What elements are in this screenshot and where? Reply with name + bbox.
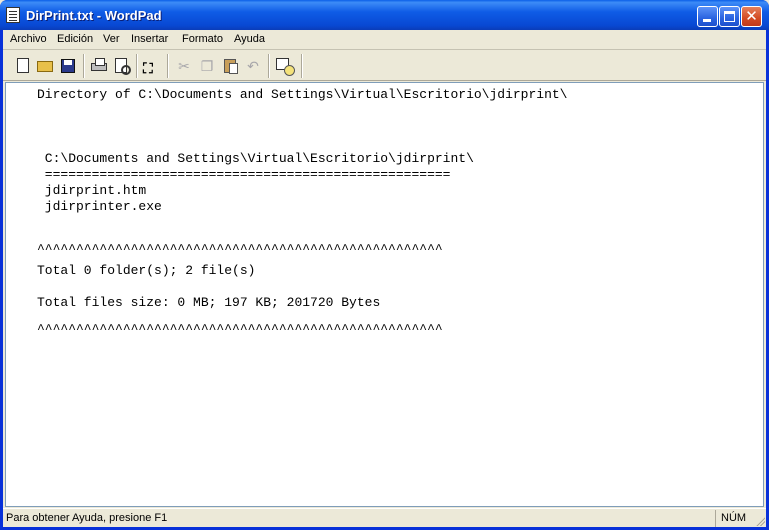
save-icon <box>61 59 75 73</box>
open-button[interactable] <box>36 57 54 75</box>
minimize-icon <box>703 19 711 22</box>
open-icon <box>37 61 53 72</box>
num-lock-panel: NÚM <box>715 510 755 527</box>
total-count-line: Total 0 folder(s); 2 file(s) <box>37 263 256 278</box>
window-frame: Archivo Edición Ver Insertar Formato Ayu… <box>3 30 766 527</box>
menu-edicion[interactable]: Edición <box>54 33 96 45</box>
folder-path-line: C:\Documents and Settings\Virtual\Escrit… <box>37 151 474 166</box>
copy-button[interactable]: ❐ <box>198 57 216 75</box>
print-button[interactable] <box>90 57 108 75</box>
close-button[interactable]: ✕ <box>741 6 762 27</box>
save-button[interactable] <box>59 57 77 75</box>
toolbar-separator <box>268 54 270 78</box>
new-icon <box>17 58 29 73</box>
caret-divider-line: ^^^^^^^^^^^^^^^^^^^^^^^^^^^^^^^^^^^^^^^^… <box>37 242 443 257</box>
wordpad-document-icon[interactable] <box>6 7 20 23</box>
window-title: DirPrint.txt - WordPad <box>26 8 162 23</box>
status-bar: Para obtener Ayuda, presione F1 NÚM <box>3 508 766 527</box>
print-preview-button[interactable] <box>113 57 131 75</box>
maximize-icon <box>724 11 735 22</box>
copy-icon: ❐ <box>200 58 214 74</box>
undo-button[interactable]: ↶ <box>244 57 262 75</box>
cut-button[interactable]: ✂ <box>175 57 193 75</box>
paste-icon <box>224 59 238 74</box>
toolbar: ⛶ ✂ ❐ ↶ <box>3 51 766 81</box>
date-time-button[interactable] <box>275 57 295 76</box>
date-time-icon <box>276 58 295 76</box>
toolbar-separator <box>136 54 138 78</box>
wordpad-window: DirPrint.txt - WordPad ✕ Archivo Edición… <box>0 0 769 530</box>
separator-line: ========================================… <box>37 167 451 182</box>
document-text-area[interactable]: Directory of C:\Documents and Settings\V… <box>5 82 764 507</box>
menu-ayuda[interactable]: Ayuda <box>231 33 268 45</box>
undo-icon: ↶ <box>247 58 259 74</box>
total-size-line: Total files size: 0 MB; 197 KB; 201720 B… <box>37 295 381 310</box>
menu-formato[interactable]: Formato <box>179 33 226 45</box>
menu-insertar[interactable]: Insertar <box>128 33 171 45</box>
paste-button[interactable] <box>221 57 239 75</box>
menu-bar: Archivo Edición Ver Insertar Formato Ayu… <box>3 30 766 50</box>
maximize-button[interactable] <box>719 6 740 27</box>
resize-grip[interactable] <box>754 515 765 526</box>
directory-header-line: Directory of C:\Documents and Settings\V… <box>37 87 568 102</box>
cut-icon: ✂ <box>178 58 190 74</box>
minimize-button[interactable] <box>697 6 718 27</box>
toolbar-separator <box>167 54 169 78</box>
file-line: jdirprinter.exe <box>37 199 162 214</box>
close-icon: ✕ <box>745 8 758 25</box>
print-icon <box>91 58 107 71</box>
find-icon: ⛶ <box>143 60 153 76</box>
status-help-text: Para obtener Ayuda, presione F1 <box>6 512 168 524</box>
menu-archivo[interactable]: Archivo <box>7 33 50 45</box>
toolbar-separator <box>83 54 85 78</box>
menu-ver[interactable]: Ver <box>100 33 123 45</box>
title-bar[interactable]: DirPrint.txt - WordPad ✕ <box>0 0 769 30</box>
file-line: jdirprint.htm <box>37 183 147 198</box>
toolbar-separator <box>301 54 303 78</box>
caret-divider-line: ^^^^^^^^^^^^^^^^^^^^^^^^^^^^^^^^^^^^^^^^… <box>37 322 443 337</box>
find-button[interactable]: ⛶ <box>143 57 161 76</box>
print-preview-icon <box>115 58 131 75</box>
num-lock-indicator: NÚM <box>721 512 747 524</box>
new-document-button[interactable] <box>14 57 32 75</box>
